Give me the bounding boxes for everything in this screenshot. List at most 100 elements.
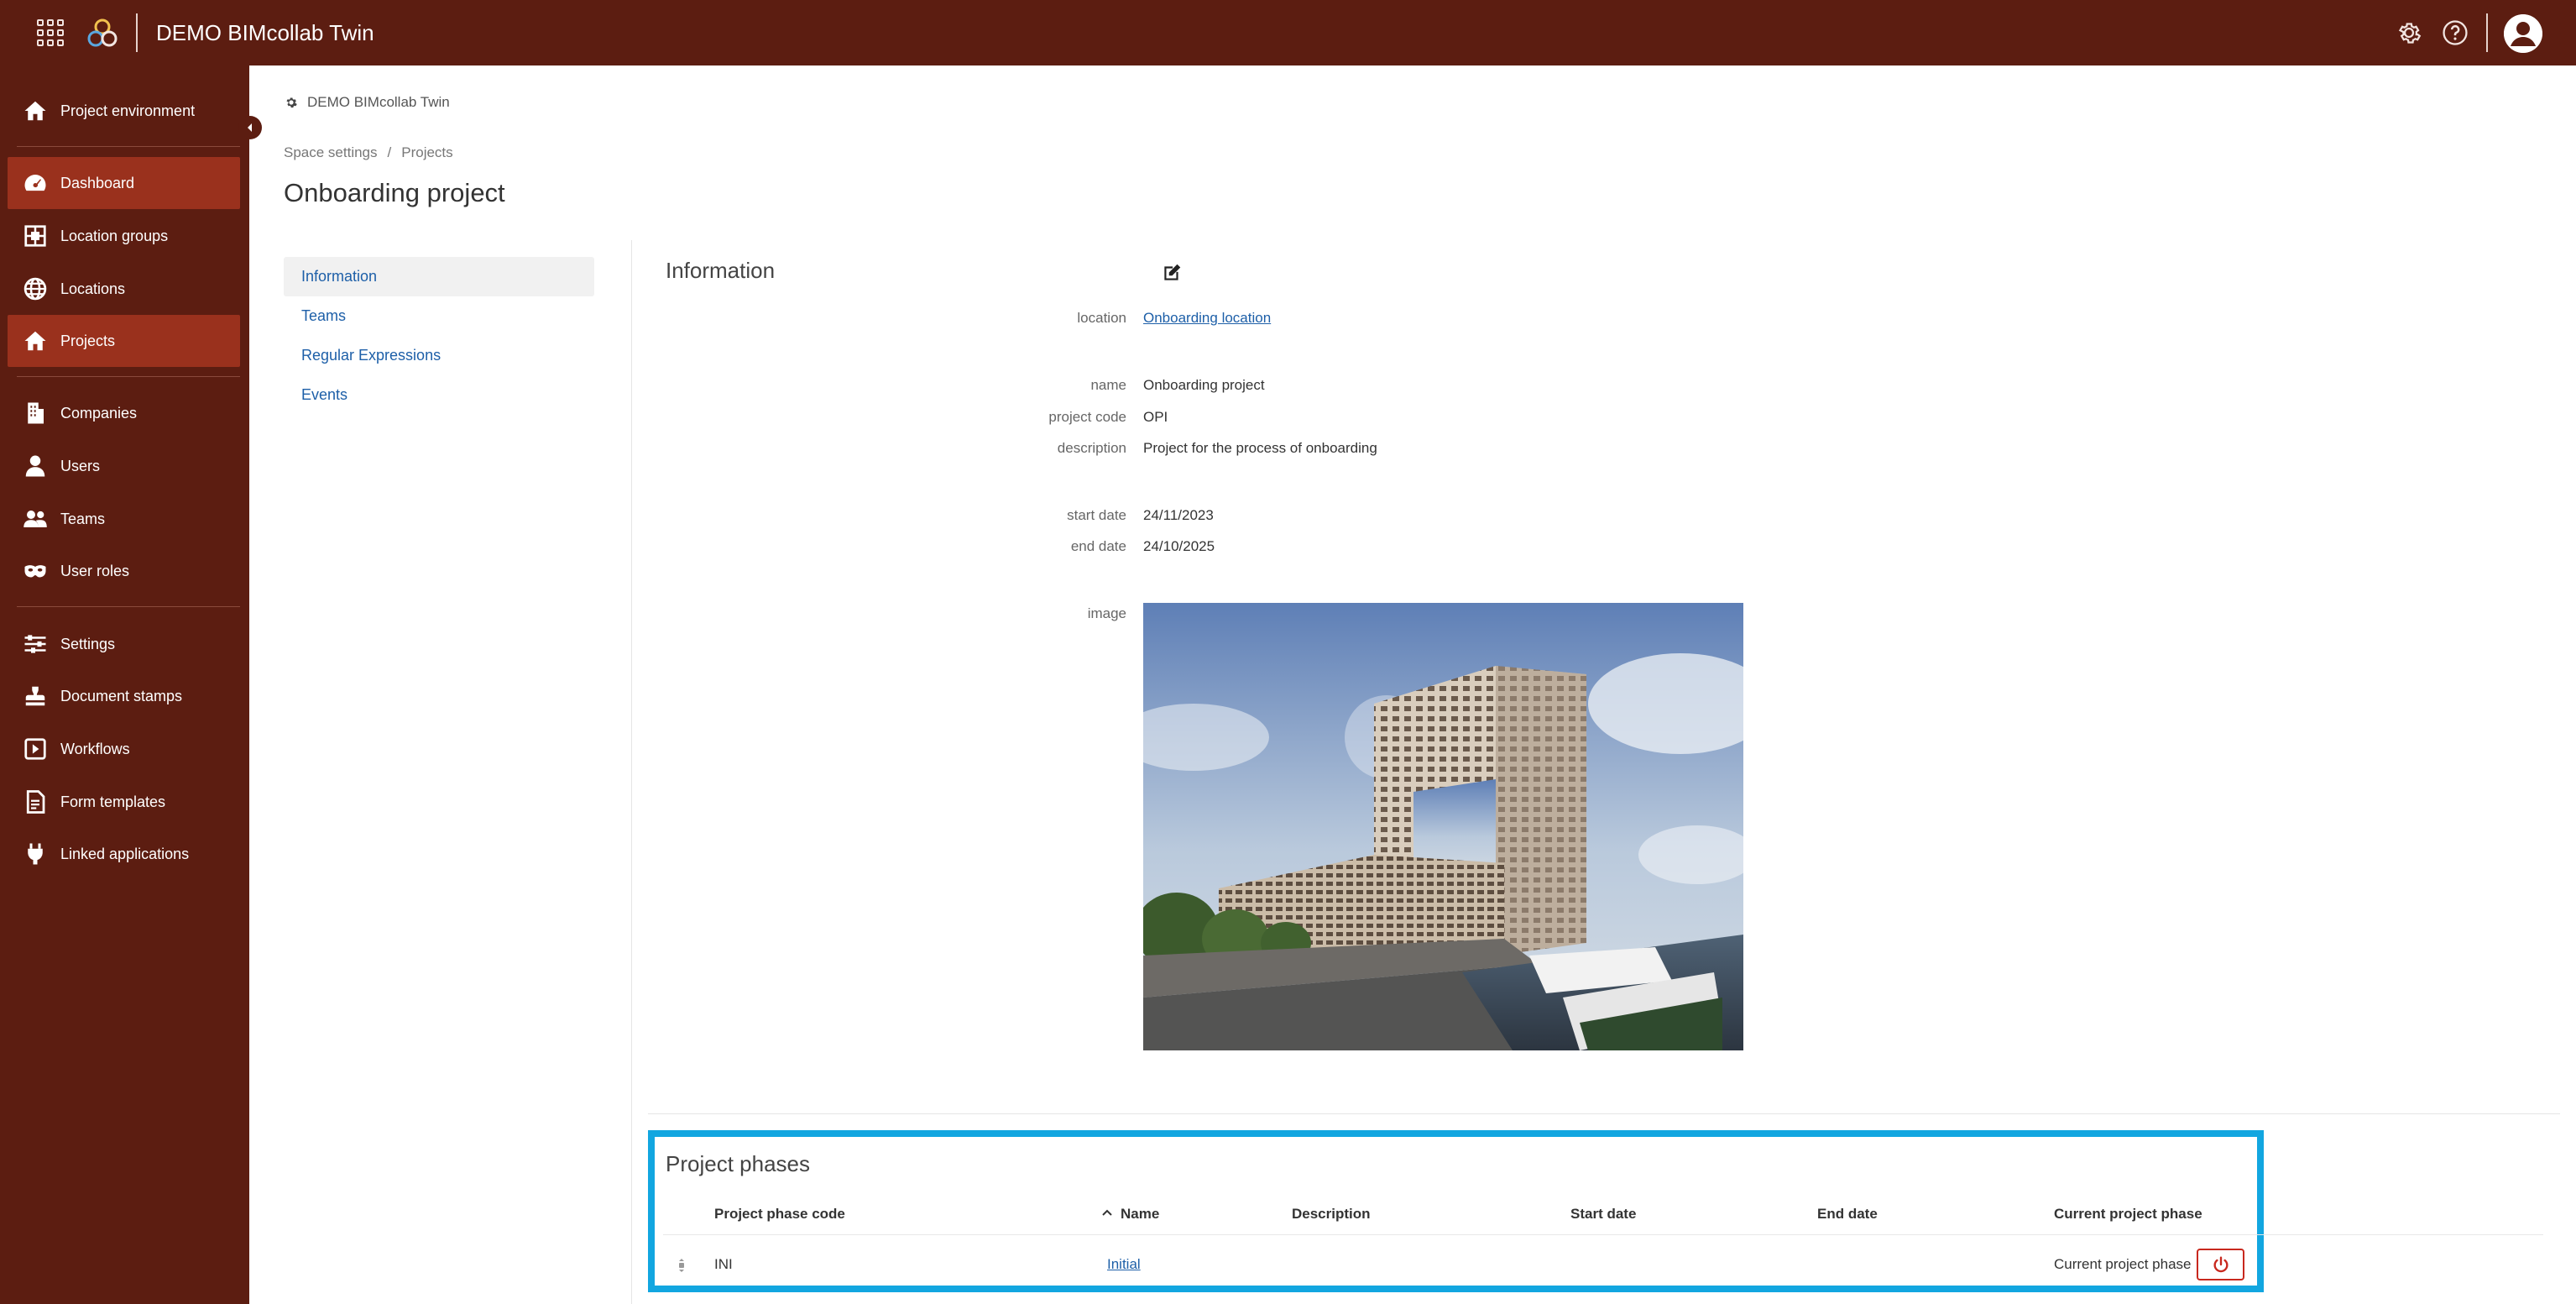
users-icon xyxy=(24,511,47,527)
sliders-icon xyxy=(24,635,46,653)
table-header-divider xyxy=(663,1234,2543,1235)
sidebar-item-label: Location groups xyxy=(60,227,169,244)
building-icon xyxy=(28,402,44,424)
sidebar-divider xyxy=(17,146,240,147)
home-icon xyxy=(24,101,46,121)
section-divider xyxy=(648,1113,2560,1114)
sidebar-item-label: Companies xyxy=(60,404,138,422)
sidebar-item-settings[interactable]: Settings xyxy=(8,618,240,670)
sidebar-item-label: Project environment xyxy=(60,102,196,119)
app-title: DEMO BIMcollab Twin xyxy=(156,20,374,45)
sidebar-item-user-roles[interactable]: User roles xyxy=(8,545,240,597)
column-header-name[interactable]: Name xyxy=(1121,1206,1159,1223)
top-divider xyxy=(2486,13,2488,52)
sidebar-item-projects[interactable]: Projects xyxy=(8,315,240,367)
subnav-item-teams[interactable]: Teams xyxy=(284,296,594,336)
sort-ascending-icon[interactable] xyxy=(1101,1207,1113,1218)
subnav-item-events[interactable]: Events xyxy=(284,375,594,415)
label-name: name xyxy=(1090,377,1126,393)
sidebar-collapse-button[interactable] xyxy=(238,116,262,139)
file-icon xyxy=(26,790,45,814)
bimcollab-logo-icon xyxy=(87,18,118,47)
mask-icon xyxy=(24,565,46,578)
space-name: DEMO BIMcollab Twin xyxy=(307,94,450,110)
sidebar-item-label: Workflows xyxy=(60,740,130,757)
home-icon xyxy=(24,331,46,351)
sidebar-item-locations[interactable]: Locations xyxy=(8,263,240,315)
sidebar-item-form-templates[interactable]: Form templates xyxy=(8,776,240,828)
stamp-icon xyxy=(25,686,45,706)
edit-icon[interactable] xyxy=(1161,262,1183,284)
information-title: Information xyxy=(666,258,776,283)
sidebar-item-label: Users xyxy=(60,457,101,474)
sidebar-item-label: User roles xyxy=(60,562,130,579)
settings-gear-icon[interactable] xyxy=(2395,18,2423,47)
gear-icon xyxy=(286,97,297,108)
subnav-item-information[interactable]: Information xyxy=(284,257,594,296)
sidebar-item-label: Settings xyxy=(60,635,116,652)
project-image xyxy=(1143,603,1743,1050)
sidebar-item-label: Dashboard xyxy=(60,174,135,191)
project-phases-title: Project phases xyxy=(666,1151,810,1176)
help-icon[interactable] xyxy=(2441,18,2469,47)
sidebar-item-users[interactable]: Users xyxy=(8,440,240,492)
sidebar-item-label: Projects xyxy=(60,332,116,349)
sidebar-item-document-stamps[interactable]: Document stamps xyxy=(8,670,240,722)
breadcrumb-item-space-settings[interactable]: Space settings xyxy=(284,144,378,160)
value-name: Onboarding project xyxy=(1143,377,1265,393)
label-image: image xyxy=(1087,605,1126,621)
deactivate-phase-button[interactable] xyxy=(2197,1249,2244,1280)
value-end-date: 24/10/2025 xyxy=(1143,538,1215,554)
value-location-link[interactable]: Onboarding location xyxy=(1143,310,1271,327)
label-project-code: project code xyxy=(1048,409,1126,425)
sidebar-divider xyxy=(17,376,240,377)
sidebar-item-label: Teams xyxy=(60,510,106,527)
cell-phase-code: INI xyxy=(714,1256,733,1272)
chevron-left-icon xyxy=(248,123,252,132)
plug-icon xyxy=(28,843,43,865)
space-indicator: DEMO BIMcollab Twin xyxy=(284,94,450,111)
label-start-date: start date xyxy=(1067,507,1126,523)
sidebar-item-teams[interactable]: Teams xyxy=(8,493,240,545)
user-avatar-icon[interactable] xyxy=(2504,14,2542,53)
apps-grid-icon[interactable] xyxy=(37,19,64,46)
play-square-icon xyxy=(24,738,46,760)
top-divider xyxy=(136,13,138,52)
value-description: Project for the process of onboarding xyxy=(1143,440,1377,456)
value-project-code: OPI xyxy=(1143,409,1168,425)
column-header-start-date[interactable]: Start date xyxy=(1570,1206,1636,1223)
subnav-item-regular-expressions[interactable]: Regular Expressions xyxy=(284,336,594,375)
sidebar-item-workflows[interactable]: Workflows xyxy=(8,723,240,775)
project-subnav: Information Teams Regular Expressions Ev… xyxy=(284,257,594,415)
sidebar-item-label: Linked applications xyxy=(60,845,190,862)
column-header-project-phase-code[interactable]: Project phase code xyxy=(714,1206,845,1223)
sidebar-item-dashboard[interactable]: Dashboard xyxy=(8,157,240,209)
sidebar-item-location-groups[interactable]: Location groups xyxy=(8,210,240,262)
column-header-current-project-phase[interactable]: Current project phase xyxy=(2054,1206,2202,1223)
page-title: Onboarding project xyxy=(284,178,505,207)
power-icon xyxy=(2213,1256,2229,1273)
sidebar-item-label: Form templates xyxy=(60,793,166,810)
column-header-description[interactable]: Description xyxy=(1292,1206,1371,1223)
sidebar-item-linked-applications[interactable]: Linked applications xyxy=(8,828,240,880)
drag-handle-icon[interactable] xyxy=(676,1258,687,1273)
column-header-end-date[interactable]: End date xyxy=(1817,1206,1878,1223)
content-divider xyxy=(631,240,632,1304)
sidebar-item-label: Locations xyxy=(60,280,126,297)
sidebar-item-companies[interactable]: Companies xyxy=(8,387,240,439)
breadcrumb: Space settings / Projects xyxy=(284,144,453,161)
label-end-date: end date xyxy=(1070,538,1126,554)
cell-phase-name-link[interactable]: Initial xyxy=(1107,1256,1141,1273)
breadcrumb-separator: / xyxy=(387,144,392,160)
label-description: description xyxy=(1057,440,1126,456)
sidebar-item-project-environment[interactable]: Project environment xyxy=(8,85,240,137)
label-location: location xyxy=(1077,310,1126,326)
project-phases-highlight xyxy=(648,1130,2264,1292)
globe-icon xyxy=(24,277,47,301)
cell-current-project-phase: Current project phase xyxy=(2054,1256,2192,1272)
sidebar: Project environment Dashboard Location g… xyxy=(0,65,249,1304)
breadcrumb-item-projects[interactable]: Projects xyxy=(401,144,452,160)
user-icon xyxy=(25,455,45,477)
value-start-date: 24/11/2023 xyxy=(1143,507,1214,523)
gauge-icon xyxy=(24,175,46,191)
